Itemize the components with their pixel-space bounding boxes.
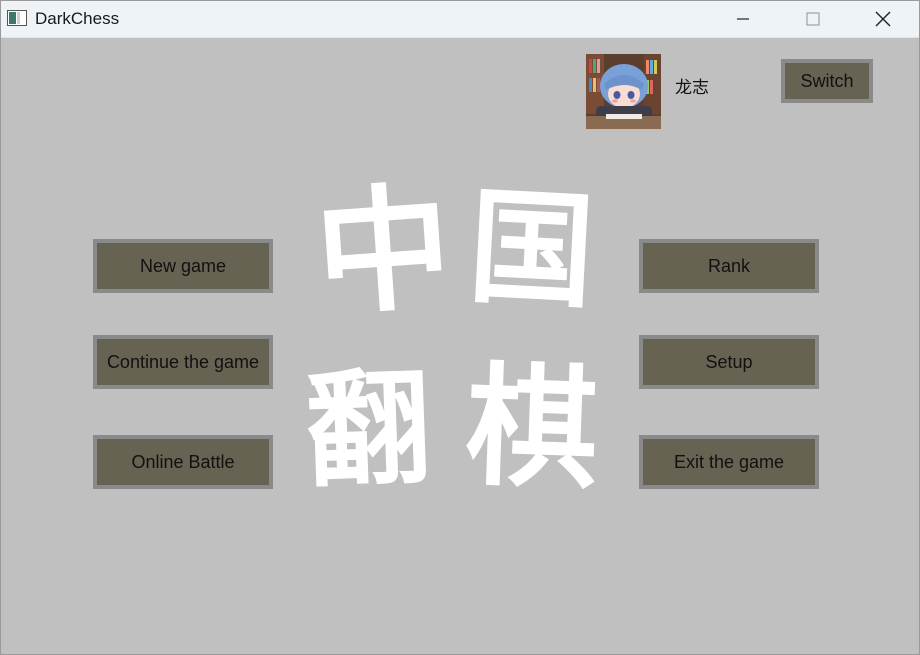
new-game-button[interactable]: New game — [93, 239, 273, 293]
window-title: DarkChess — [35, 9, 120, 28]
logo-char-fan: 翻 — [303, 354, 434, 506]
switch-user-button[interactable]: Switch — [781, 59, 873, 103]
title-bar[interactable]: DarkChess — [1, 1, 919, 38]
continue-game-button[interactable]: Continue the game — [93, 335, 273, 389]
setup-button[interactable]: Setup — [639, 335, 819, 389]
online-battle-button[interactable]: Online Battle — [93, 435, 273, 489]
app-window: DarkChess 龙志 Switch New game Continue th… — [0, 0, 920, 655]
minimize-button[interactable] — [707, 1, 779, 37]
logo-char-qi: 棋 — [463, 348, 601, 509]
logo-char-zhong: 中 — [310, 166, 457, 335]
logo-char-guo: 国 — [465, 173, 598, 327]
maximize-icon — [806, 12, 820, 26]
rank-button[interactable]: Rank — [639, 239, 819, 293]
username: 龙志 — [675, 78, 709, 98]
main-menu: 龙志 Switch New game Continue the game Onl… — [1, 38, 919, 654]
close-icon — [875, 11, 891, 27]
user-avatar — [586, 54, 661, 129]
maximize-button[interactable] — [777, 1, 849, 37]
minimize-icon — [737, 18, 749, 20]
close-button[interactable] — [847, 1, 919, 37]
exit-game-button[interactable]: Exit the game — [639, 435, 819, 489]
app-icon — [7, 10, 27, 26]
